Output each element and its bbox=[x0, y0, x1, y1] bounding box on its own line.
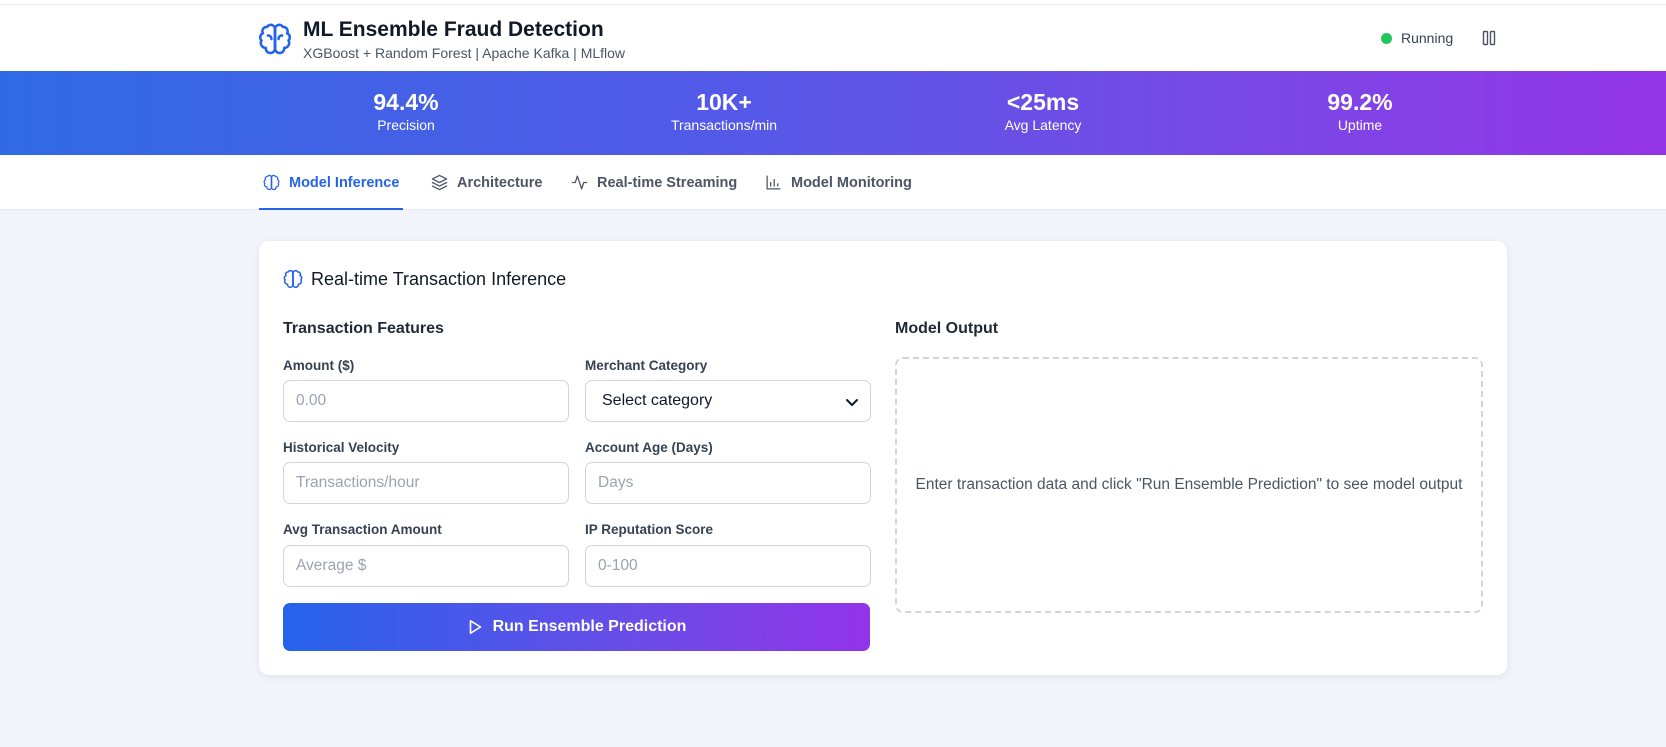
pause-icon[interactable] bbox=[1480, 29, 1498, 47]
stat-label: Uptime bbox=[1337, 117, 1383, 133]
stat-precision: 94.4% Precision bbox=[296, 88, 516, 134]
merchant-category-select[interactable]: Select category bbox=[585, 380, 871, 422]
amount-label: Amount ($) bbox=[283, 358, 355, 373]
tab-label: Model Monitoring bbox=[791, 174, 912, 191]
avg-amount-label: Avg Transaction Amount bbox=[283, 522, 442, 537]
status-indicator: Running bbox=[1381, 30, 1453, 46]
stat-value: 99.2% bbox=[1327, 89, 1393, 115]
avg-amount-input[interactable] bbox=[283, 545, 569, 587]
historical-velocity-input[interactable] bbox=[283, 462, 569, 504]
layers-icon bbox=[431, 174, 448, 191]
tab-label: Architecture bbox=[457, 174, 543, 191]
brain-icon bbox=[263, 174, 280, 191]
status-dot-icon bbox=[1381, 32, 1392, 44]
stat-throughput: 10K+ Transactions/min bbox=[614, 88, 834, 134]
amount-input[interactable] bbox=[283, 380, 569, 422]
output-section-title: Model Output bbox=[895, 320, 999, 337]
stats-banner: 94.4% Precision 10K+ Transactions/min <2… bbox=[0, 71, 1666, 155]
ip-score-label: IP Reputation Score bbox=[585, 522, 714, 537]
card-title: Real-time Transaction Inference bbox=[311, 269, 567, 289]
stat-label: Avg Latency bbox=[1004, 117, 1082, 133]
tab-model-monitoring[interactable]: Model Monitoring bbox=[765, 155, 912, 210]
stat-label: Precision bbox=[377, 117, 435, 133]
stat-uptime: 99.2% Uptime bbox=[1250, 88, 1470, 134]
model-output-panel: Enter transaction data and click "Run En… bbox=[895, 357, 1483, 613]
merchant-category-label: Merchant Category bbox=[585, 358, 708, 373]
stat-value: <25ms bbox=[1006, 89, 1080, 115]
run-ensemble-prediction-button[interactable]: Run Ensemble Prediction bbox=[283, 603, 870, 651]
stat-label: Transactions/min bbox=[670, 117, 778, 133]
tab-real-time-streaming[interactable]: Real-time Streaming bbox=[571, 155, 737, 210]
inference-card: Real-time Transaction Inference Transact… bbox=[259, 241, 1507, 675]
app-title: ML Ensemble Fraud Detection bbox=[303, 18, 604, 41]
ip-score-input[interactable] bbox=[585, 545, 871, 587]
tab-bar: Model Inference Architecture Real-time S… bbox=[0, 155, 1666, 210]
stat-value: 94.4% bbox=[373, 89, 439, 115]
stat-value: 10K+ bbox=[696, 89, 752, 115]
chevron-down-icon bbox=[846, 399, 858, 406]
merchant-category-value: Select category bbox=[602, 392, 713, 409]
brain-icon bbox=[283, 269, 303, 288]
brain-icon bbox=[258, 23, 292, 55]
account-age-input[interactable] bbox=[585, 462, 871, 504]
activity-icon bbox=[571, 175, 588, 190]
app-header: ML Ensemble Fraud Detection XGBoost + Ra… bbox=[0, 5, 1666, 71]
tab-label: Model Inference bbox=[289, 174, 400, 191]
output-placeholder-text: Enter transaction data and click "Run En… bbox=[915, 476, 1463, 493]
tab-label: Real-time Streaming bbox=[597, 174, 738, 191]
app-subtitle: XGBoost + Random Forest | Apache Kafka |… bbox=[303, 45, 626, 61]
features-section-title: Transaction Features bbox=[283, 320, 444, 337]
account-age-label: Account Age (Days) bbox=[585, 440, 713, 455]
tab-architecture[interactable]: Architecture bbox=[431, 155, 542, 210]
status-label: Running bbox=[1401, 30, 1454, 46]
tab-model-inference[interactable]: Model Inference bbox=[258, 155, 404, 210]
run-button-label: Run Ensemble Prediction bbox=[492, 618, 687, 635]
play-icon bbox=[469, 620, 481, 634]
stat-latency: <25ms Avg Latency bbox=[933, 88, 1153, 134]
historical-velocity-label: Historical Velocity bbox=[283, 440, 400, 455]
bar-chart-icon bbox=[766, 175, 781, 190]
